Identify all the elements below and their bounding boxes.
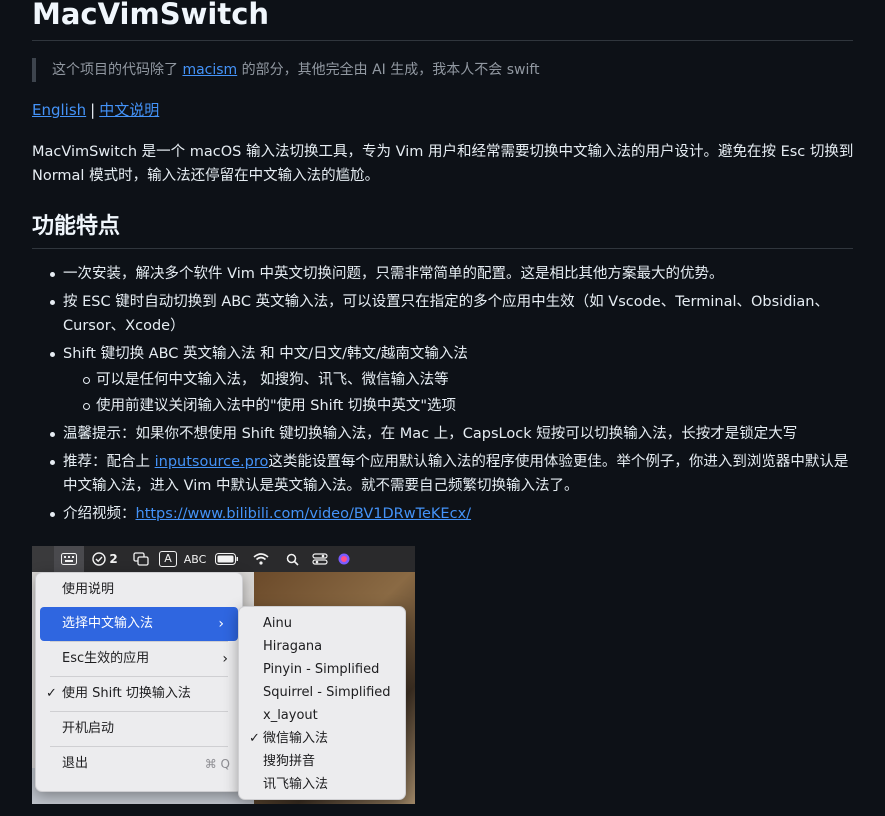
page-title: MacVimSwitch [32,0,853,41]
menu-item-help[interactable]: 使用说明 [36,573,242,607]
input-method-xunfei[interactable]: 讯飞输入法 [239,773,405,796]
mac-menubar: 2 A ABC [32,546,415,572]
wifi-icon[interactable] [244,546,278,572]
input-method-x-layout[interactable]: x_layout [239,704,405,727]
chevron-right-icon: › [222,651,228,667]
menu-item-label: 选择中文输入法 [62,616,154,631]
language-links: English | 中文说明 [32,100,853,120]
features-heading: 功能特点 [32,215,853,249]
menu-item-label: Esc生效的应用 [62,651,150,666]
quit-shortcut: ⌘ Q [204,757,230,771]
video-link[interactable]: https://www.bilibili.com/video/BV1DRwTeK… [136,506,472,522]
english-link[interactable]: English [32,101,86,119]
feature-item: 推荐：配合上 inputsource.pro这类能设置每个应用默认输入法的程序使… [32,450,858,498]
chevron-right-icon: › [218,616,224,632]
blockquote: 这个项目的代码除了 macism 的部分，其他完全由 AI 生成，我本人不会 s… [32,58,853,82]
demo-screenshot: 2 A ABC 使用说明 选择中文输入法 › Esc生效的应用 › ✓ 使用 S… [32,546,415,804]
menu-item-label: 使用 Shift 切换输入法 [62,686,191,701]
badge-count: 2 [109,552,118,566]
keyboard-icon[interactable] [54,546,84,572]
features-list: 一次安装，解决多个软件 Vim 中英文切换问题，只需非常简单的配置。这是相比其他… [32,262,858,526]
feature-item: Shift 键切换 ABC 英文输入法 和 中文/日文/韩文/越南文输入法 可以… [32,342,858,418]
menu-item-launch-at-login[interactable]: 开机启动 [36,712,242,746]
inputsource-link[interactable]: inputsource.pro [155,454,269,470]
input-method-submenu: Ainu Hiragana Pinyin - Simplified Squirr… [238,606,406,800]
readme-page: MacVimSwitch 这个项目的代码除了 macism 的部分，其他完全由 … [0,0,885,814]
feature-item: 介绍视频：https://www.bilibili.com/video/BV1D… [32,502,858,526]
menu-item-esc-apps[interactable]: Esc生效的应用 › [36,642,242,676]
f6-prefix: 介绍视频： [63,506,136,522]
input-method-ainu[interactable]: Ainu [239,612,405,635]
sub-feature-item: 使用前建议关闭输入法中的"使用 Shift 切换中英文"选项 [63,394,858,418]
input-method-pinyin[interactable]: Pinyin - Simplified [239,658,405,681]
checkmark-icon: ✓ [249,731,260,746]
input-method-hiragana[interactable]: Hiragana [239,635,405,658]
sub-feature-item: 可以是任何中文输入法， 如搜狗、讯飞、微信输入法等 [63,368,858,392]
quote-suffix: 的部分，其他完全由 AI 生成，我本人不会 swift [237,62,540,78]
battery-icon[interactable] [210,546,244,572]
feature-item: 一次安装，解决多个软件 Vim 中英文切换问题，只需非常简单的配置。这是相比其他… [32,262,858,286]
menu-item-shift-switch[interactable]: ✓ 使用 Shift 切换输入法 [36,677,242,711]
search-icon[interactable] [278,546,306,572]
input-method-wechat[interactable]: ✓ 微信输入法 [239,727,405,750]
feature-sublist: 可以是任何中文输入法， 如搜狗、讯飞、微信输入法等 使用前建议关闭输入法中的"使… [63,368,858,418]
app-menu: 使用说明 选择中文输入法 › Esc生效的应用 › ✓ 使用 Shift 切换输入法 … [35,572,243,792]
abc-input-label[interactable]: ABC [180,546,210,572]
menu-item-select-chinese-input[interactable]: 选择中文输入法 › [40,607,238,641]
submenu-item-label: 微信输入法 [263,731,329,746]
quote-prefix: 这个项目的代码除了 [52,62,183,78]
control-center-icon[interactable] [306,546,334,572]
feature-shift-text: Shift 键切换 ABC 英文输入法 和 中文/日文/韩文/越南文输入法 [63,346,468,362]
partial-icon [32,546,54,572]
input-a-icon[interactable]: A [156,546,180,572]
checkmark-icon: ✓ [46,686,57,701]
feature-item: 温馨提示：如果你不想使用 Shift 键切换输入法，在 Mac 上，CapsLo… [32,422,858,446]
input-method-squirrel[interactable]: Squirrel - Simplified [239,681,405,704]
windows-icon[interactable] [126,546,156,572]
check-badge-icon[interactable]: 2 [84,546,126,572]
menu-item-quit[interactable]: 退出 ⌘ Q [36,747,242,781]
macism-link[interactable]: macism [182,62,237,78]
menu-item-label: 退出 [62,756,89,771]
siri-icon[interactable] [334,546,354,572]
input-method-sogou[interactable]: 搜狗拼音 [239,750,405,773]
chinese-link[interactable]: 中文说明 [99,101,159,119]
intro-paragraph: MacVimSwitch 是一个 macOS 输入法切换工具，专为 Vim 用户… [32,144,854,184]
feature-item: 按 ESC 键时自动切换到 ABC 英文输入法，可以设置只在指定的多个应用中生效… [32,290,858,338]
lang-separator: | [90,101,96,119]
f5-prefix: 推荐：配合上 [63,454,155,470]
